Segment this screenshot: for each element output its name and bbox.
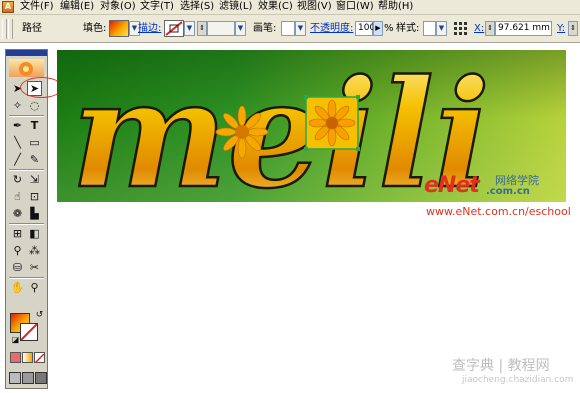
stroke-weight-dropdown[interactable]: ▼ (235, 21, 246, 36)
x-label[interactable]: X: (474, 22, 484, 36)
blend-tool-icon[interactable]: ⁂ (27, 243, 42, 258)
brush-dropdown[interactable]: ▼ (295, 21, 306, 36)
pencil-icon[interactable]: ✎ (27, 152, 42, 167)
menu-window[interactable]: 窗口(W) (336, 0, 374, 14)
style-label: 样式: (396, 23, 420, 34)
toolbox-logo (9, 59, 44, 77)
object-type-label: 路径 (22, 23, 42, 34)
opacity-label[interactable]: 不透明度: (310, 22, 353, 36)
menu-select[interactable]: 选择(S) (180, 0, 214, 14)
menu-filter[interactable]: 滤镜(L) (219, 0, 252, 14)
selected-flower-image[interactable] (304, 95, 360, 151)
column-graph-icon[interactable]: ▙ (27, 206, 42, 221)
screen-mode-icon[interactable] (9, 372, 21, 384)
menu-help[interactable]: 帮助(H) (378, 0, 413, 14)
slice-tool-icon[interactable]: ✂ (27, 260, 42, 275)
menu-object[interactable]: 对象(O) (100, 0, 136, 14)
menu-file[interactable]: 文件(F) (20, 0, 54, 14)
reference-point-icon[interactable] (453, 21, 468, 36)
menu-view[interactable]: 视图(V) (297, 0, 332, 14)
type-tool-icon[interactable]: T (27, 118, 42, 133)
control-bar: 路径 填色: ▼ 描边: ▼ ⇕ ▼ 画笔: ▼ 不透明度: 100 ▶ % 样… (0, 15, 580, 43)
fill-label: 填色: (83, 23, 107, 34)
color-mode-button[interactable] (10, 352, 21, 363)
y-stepper[interactable]: ⇕ (568, 21, 578, 36)
control-bar-grip-2[interactable] (8, 19, 13, 39)
stroke-label[interactable]: 描边: (138, 22, 161, 36)
flower-logo-icon (19, 62, 33, 76)
flower-icon[interactable] (215, 105, 269, 159)
x-field[interactable]: 97.621 mm (495, 21, 552, 36)
artwork-canvas[interactable]: meili (57, 50, 566, 202)
default-colors-icon[interactable]: ◪ (8, 332, 23, 347)
rectangle-tool-icon[interactable]: ▭ (27, 135, 42, 150)
brush-field[interactable] (281, 21, 295, 36)
control-bar-grip[interactable] (2, 19, 7, 39)
menu-bar: A 文件(F) 编辑(E) 对象(O) 文字(T) 选择(S) 滤镜(L) 效果… (0, 0, 580, 15)
stroke-swatch[interactable] (164, 20, 184, 37)
gradient-mode-button[interactable] (22, 352, 33, 363)
no-stroke-icon (165, 21, 183, 36)
stroke-dropdown[interactable]: ▼ (184, 21, 195, 36)
enet-url: www.eNet.com.cn/eschool (426, 205, 571, 218)
enet-logo: eNet (424, 173, 480, 198)
paintbrush-icon[interactable]: ╱ (10, 152, 25, 167)
swap-icon[interactable]: ↺ (32, 308, 47, 323)
gradient-tool-icon[interactable]: ◧ (27, 226, 42, 241)
rotate-tool-icon[interactable]: ↻ (10, 172, 25, 187)
opacity-field[interactable]: 100 (355, 21, 375, 36)
meili-artwork: meili (70, 50, 492, 202)
fill-swatch[interactable] (109, 20, 129, 37)
live-paint-icon[interactable]: ⛁ (10, 260, 25, 275)
menu-edit[interactable]: 编辑(E) (60, 0, 94, 14)
menu-type[interactable]: 文字(T) (140, 0, 174, 14)
site-watermark-cn: 查字典 | 教程网 (452, 358, 550, 374)
eyedropper-icon[interactable]: ⚲ (10, 243, 25, 258)
scale-tool-icon[interactable]: ⇲ (27, 172, 42, 187)
style-field[interactable] (423, 21, 436, 36)
hand-tool-icon[interactable]: ✋ (10, 280, 25, 295)
stroke-weight-field[interactable] (207, 21, 235, 36)
menu-effect[interactable]: 效果(C) (258, 0, 293, 14)
x-stepper[interactable]: ⇕ (485, 21, 495, 36)
enet-domain: .com.cn (486, 186, 530, 197)
full-screen-mode-icon[interactable] (35, 372, 47, 384)
none-mode-button[interactable] (34, 352, 45, 364)
toolbox: ➤ ➤ ✧ ◌ ✒ T ╲ ▭ ╱ ✎ ↻ ⇲ ☝ ⊡ ❁ ▙ ⊞ ◧ ⚲ ⁂ … (5, 49, 48, 389)
pen-tool-icon[interactable]: ✒ (10, 118, 25, 133)
lasso-icon[interactable]: ◌ (27, 98, 42, 113)
mesh-tool-icon[interactable]: ⊞ (10, 226, 25, 241)
opacity-arrow-button[interactable]: ▶ (373, 21, 383, 36)
style-dropdown[interactable]: ▼ (436, 21, 447, 36)
warp-tool-icon[interactable]: ☝ (10, 189, 25, 204)
app-logo-icon: A (2, 1, 14, 13)
toolbox-title-bar[interactable] (6, 50, 47, 56)
site-watermark-url: jiaocheng.chazidian.com (462, 375, 574, 385)
screen-mode-menu-icon[interactable] (22, 372, 34, 384)
stroke-weight-stepper[interactable]: ⇕ (197, 21, 207, 36)
zoom-tool-icon[interactable]: ⚲ (27, 280, 42, 295)
symbol-sprayer-icon[interactable]: ❁ (10, 206, 25, 221)
line-tool-icon[interactable]: ╲ (10, 135, 25, 150)
magic-wand-icon[interactable]: ✧ (10, 98, 25, 113)
y-label[interactable]: Y: (557, 22, 565, 36)
percent-label: % (384, 23, 394, 34)
brush-label: 画笔: (253, 23, 277, 34)
free-transform-icon[interactable]: ⊡ (27, 189, 42, 204)
